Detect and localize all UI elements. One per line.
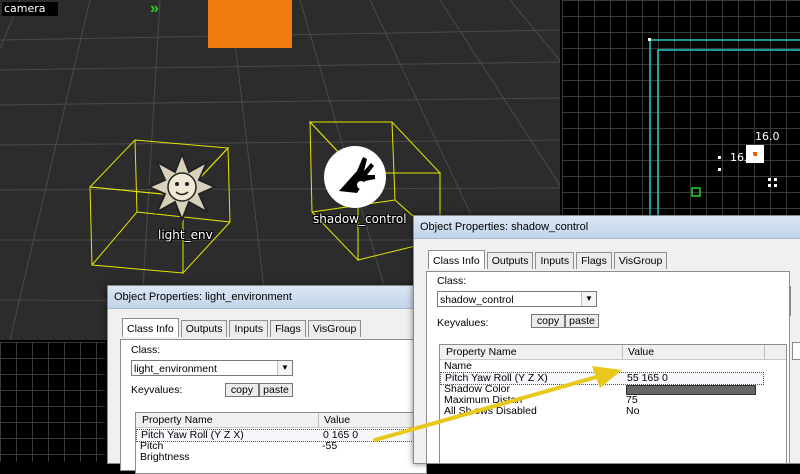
paste-button[interactable]: paste xyxy=(565,314,599,328)
table-header: Property Name Value xyxy=(136,413,426,428)
tab-visgroup[interactable]: VisGroup xyxy=(613,252,668,269)
dialog-title[interactable]: Object Properties: light_environment xyxy=(108,286,414,309)
tab-inputs[interactable]: Inputs xyxy=(229,320,269,337)
tab-outputs[interactable]: Outputs xyxy=(486,252,534,269)
tab-class-info[interactable]: Class Info xyxy=(122,318,179,337)
class-select-value: light_environment xyxy=(134,363,217,375)
property-value: No xyxy=(626,405,640,417)
property-value: 55 165 0 xyxy=(627,372,668,384)
class-select-value: shadow_control xyxy=(440,294,514,306)
chevron-down-icon[interactable]: ▼ xyxy=(581,292,596,306)
keyvalues-table[interactable]: Property Name Value Pitch Yaw Roll (Y Z … xyxy=(135,412,427,474)
bottom-left-2d-viewport[interactable] xyxy=(0,342,105,462)
column-header-property[interactable]: Property Name xyxy=(142,414,213,426)
table-row[interactable]: All Sh ows Disabled No xyxy=(440,406,786,417)
copy-button[interactable]: copy xyxy=(225,383,259,397)
table-header: Property Name Value xyxy=(440,345,786,360)
class-select[interactable]: light_environment ▼ xyxy=(131,360,293,376)
class-label: Class: xyxy=(131,344,161,356)
dimension-left-label: 16.0 xyxy=(730,151,755,164)
tab-visgroup[interactable]: VisGroup xyxy=(307,320,362,337)
property-name: All Sh ows Disabled xyxy=(444,405,537,417)
table-row[interactable]: Name xyxy=(440,361,786,372)
tab-strip: Class Info Outputs Inputs Flags VisGroup xyxy=(428,250,669,269)
shadow-color-swatch[interactable] xyxy=(626,385,756,395)
side-panel-edge xyxy=(790,286,800,316)
keyvalues-table[interactable]: Property Name Value Name Pitch Yaw Roll … xyxy=(439,344,787,464)
column-header-property[interactable]: Property Name xyxy=(446,346,517,358)
paste-button[interactable]: paste xyxy=(259,383,293,397)
object-properties-dialog-shadow[interactable]: Object Properties: shadow_control Class … xyxy=(413,215,800,464)
keyvalues-label: Keyvalues: xyxy=(131,384,183,396)
side-panel-field[interactable] xyxy=(792,342,800,360)
tab-outputs[interactable]: Outputs xyxy=(180,320,228,337)
dialog-title[interactable]: Object Properties: shadow_control xyxy=(414,216,800,239)
tab-flags[interactable]: Flags xyxy=(270,320,306,337)
property-value: -55 xyxy=(322,440,338,452)
tab-panel: Class: shadow_control ▼ Keyvalues: copy … xyxy=(426,271,790,464)
class-label: Class: xyxy=(437,275,467,287)
entity-label-shadow-control: shadow_control xyxy=(313,212,407,226)
tab-strip: Class Info Outputs Inputs Flags VisGroup xyxy=(122,318,363,337)
object-properties-dialog-light[interactable]: Object Properties: light_environment Cla… xyxy=(107,285,427,474)
tab-inputs[interactable]: Inputs xyxy=(535,252,575,269)
keyvalues-label: Keyvalues: xyxy=(437,317,489,329)
property-name: Brightness xyxy=(140,451,190,463)
property-name: Name xyxy=(444,360,473,372)
tab-flags[interactable]: Flags xyxy=(576,252,612,269)
copy-button[interactable]: copy xyxy=(531,314,565,328)
chevron-down-icon[interactable]: ▼ xyxy=(277,361,292,375)
shadow-hand-icon xyxy=(324,146,386,208)
tab-class-info[interactable]: Class Info xyxy=(428,250,485,269)
table-row[interactable]: Brightness xyxy=(136,452,426,463)
tab-panel: Class: light_environment ▼ Keyvalues: co… xyxy=(120,339,427,474)
dimension-top-label: 16.0 xyxy=(755,130,780,143)
class-select[interactable]: shadow_control ▼ xyxy=(437,291,597,307)
column-header-value[interactable]: Value xyxy=(324,414,350,426)
column-header-value[interactable]: Value xyxy=(628,346,654,358)
